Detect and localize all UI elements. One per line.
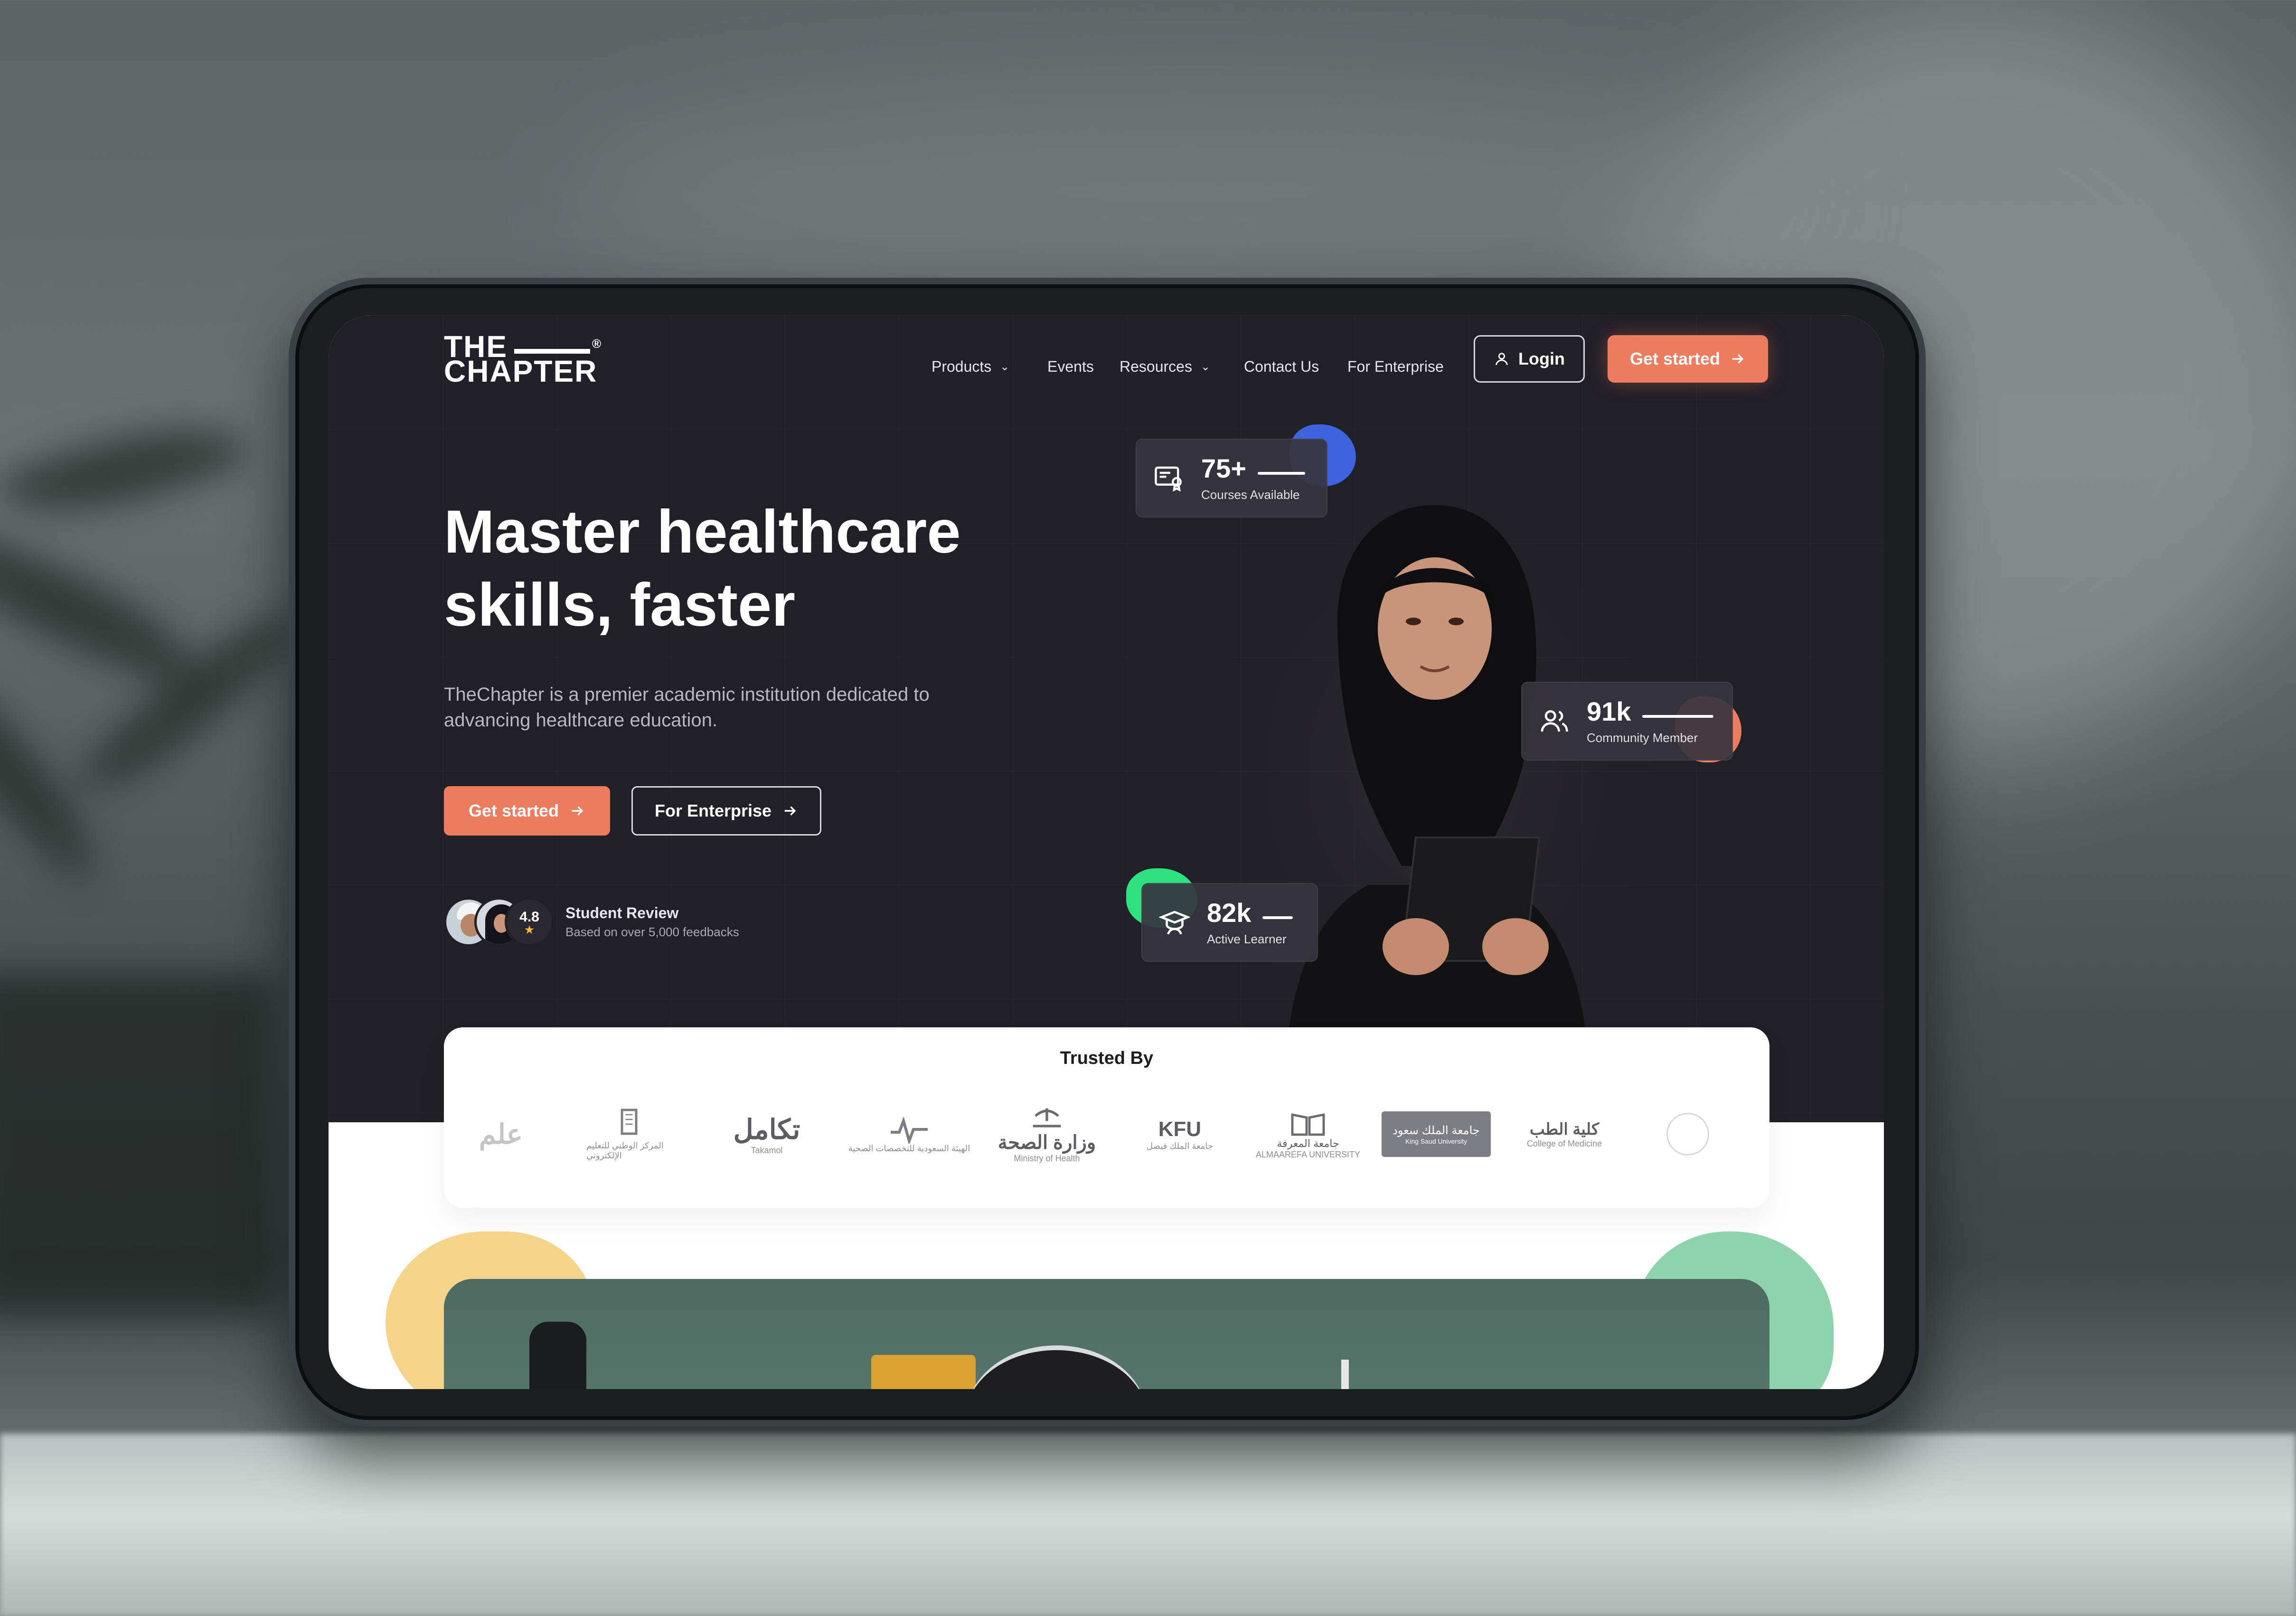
hero-title-line: Master healthcare [444,498,961,566]
user-icon [1496,353,1508,365]
hero-section: THE CHAPTER ® Products ⌄ Events Resource… [329,315,1884,1122]
rating-badge: 4.8 ★ [505,897,554,947]
trusted-by-panel: Trusted By علم المركز الوطني للتعليم الإ… [444,1027,1769,1208]
hero-title: Master healthcare skills, faster [444,496,1109,642]
arrow-right-icon [1732,354,1744,364]
review-title: Student Review [565,904,679,921]
stat-card-community: 91k Community Member [1521,682,1733,761]
trusted-by-title: Trusted By [1060,1048,1154,1068]
nav-item-products[interactable]: Products ⌄ [932,358,1009,376]
chevron-down-icon: ⌄ [1200,360,1211,373]
partner-logo [1659,1094,1716,1174]
graduate-icon [1156,903,1194,941]
registered-mark: ® [592,337,602,351]
partner-logo: KFU جامعة الملك فيصل [1147,1117,1213,1151]
partner-logo: جامعة المعرفة ALMAAREFA UNIVERSITY [1251,1094,1365,1174]
nav-item-label: For Enterprise [1347,358,1444,375]
partner-logo: المركز الوطني للتعليم الإلكتروني [586,1094,672,1174]
arrow-right-icon [784,806,796,816]
background-pot [0,973,275,1315]
hero-enterprise-button[interactable]: For Enterprise [631,786,821,836]
rating-value: 4.8 [519,909,539,925]
login-button[interactable]: Login [1474,335,1585,383]
stat-card-courses: 75+ Courses Available [1136,439,1327,517]
partner-logo: الهيئة السعودية للتخصصات الصحية [843,1094,976,1174]
arrow-right-icon [572,806,583,816]
nav-item-contact[interactable]: Contact Us [1244,358,1319,376]
nav-item-enterprise[interactable]: For Enterprise [1347,358,1444,376]
nav-item-events[interactable]: Events [1047,358,1094,376]
hero-get-started-button[interactable]: Get started [444,786,610,836]
nav-item-label: Contact Us [1244,358,1319,375]
partner-logo: تكامل Takamol [733,1114,800,1155]
stat-label: Active Learner [1207,931,1287,946]
stat-value: 91k [1587,696,1631,726]
stat-card-learners: 82k Active Learner [1141,883,1318,962]
users-icon [1535,702,1573,740]
login-label: Login [1518,349,1565,368]
stat-label: Courses Available [1201,487,1300,502]
certificate-icon [1150,459,1188,497]
cta-label: Get started [468,801,559,820]
nav-get-started-button[interactable]: Get started [1608,335,1768,383]
nav-item-label: Events [1047,358,1094,375]
review-caption: Based on over 5,000 feedbacks [565,925,739,939]
student-review: 4.8 ★ Student Review Based on over 5,000… [444,897,739,947]
chevron-down-icon: ⌄ [1000,360,1010,373]
hero-subtitle: TheChapter is a premier academic institu… [444,684,930,731]
partner-logo: كلية الطب College of Medicine [1526,1120,1602,1148]
stat-label: Community Member [1587,730,1698,745]
partner-logo: وزارة الصحة Ministry of Health [990,1094,1104,1174]
feature-photo [444,1279,1769,1389]
nav-item-label: Resources [1120,358,1192,375]
brand-logo[interactable]: THE CHAPTER ® [444,331,601,388]
stat-value: 75+ [1201,453,1246,483]
hero-title-line: skills, faster [444,571,795,639]
nav-item-label: Products [932,358,992,375]
background-light [570,71,1804,309]
background-table [0,1434,2296,1616]
stat-value: 82k [1207,897,1252,928]
partner-logo-strip: علم المركز الوطني للتعليم الإلكتروني تكا… [444,1094,1769,1174]
logo-text-bottom: CHAPTER [444,354,598,388]
cta-label: For Enterprise [654,801,772,820]
nav-item-resources[interactable]: Resources ⌄ [1120,358,1210,376]
partner-logo: جامعة الملك سعود King Saud University [1379,1094,1493,1174]
get-started-label: Get started [1629,349,1721,368]
tablet-screen: THE CHAPTER ® Products ⌄ Events Resource… [329,315,1884,1389]
partner-logo: علم [479,1119,523,1150]
star-icon: ★ [525,924,534,936]
